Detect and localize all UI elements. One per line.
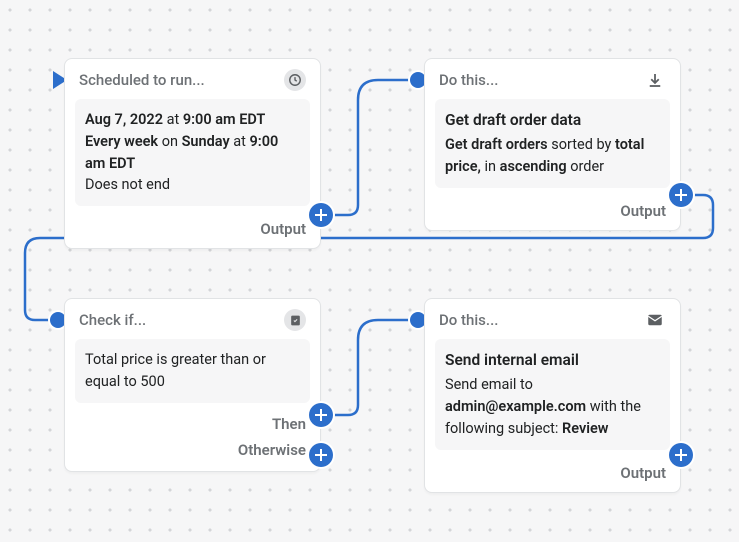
- node-get-draft-order[interactable]: Do this... Get draft order data Get draf…: [424, 58, 681, 231]
- email-icon: [644, 309, 666, 331]
- then-label: Then: [272, 415, 306, 433]
- node-body: Total price is greater than or equal to …: [75, 339, 310, 403]
- add-step-button[interactable]: [669, 443, 693, 467]
- download-icon: [644, 69, 666, 91]
- node-header-label: Do this...: [439, 311, 498, 329]
- node-header-label: Scheduled to run...: [79, 71, 205, 89]
- output-label: Output: [620, 202, 666, 220]
- edge-trigger-to-action1: [333, 80, 413, 215]
- output-label: Output: [260, 220, 306, 238]
- node-body: Get draft order data Get draft orders so…: [435, 99, 670, 188]
- add-step-button[interactable]: [669, 183, 693, 207]
- otherwise-label: Otherwise: [238, 441, 306, 459]
- output-label: Output: [620, 464, 666, 482]
- workflow-canvas[interactable]: { "nodes": { "trigger": { "header": "Sch…: [0, 0, 739, 542]
- node-header-label: Check if...: [79, 311, 146, 329]
- node-body: Aug 7, 2022 at 9:00 am EDT Every week on…: [75, 99, 310, 206]
- add-step-then-button[interactable]: [309, 403, 333, 427]
- edge-cond-then-to-action2: [333, 320, 413, 415]
- node-send-email[interactable]: Do this... Send internal email Send emai…: [424, 298, 681, 493]
- node-condition[interactable]: Check if... Total price is greater than …: [64, 298, 321, 472]
- checklist-icon: [284, 309, 306, 331]
- node-trigger[interactable]: Scheduled to run... Aug 7, 2022 at 9:00 …: [64, 58, 321, 249]
- node-body: Send internal email Send email to admin@…: [435, 339, 670, 450]
- add-step-otherwise-button[interactable]: [309, 443, 333, 467]
- node-header-label: Do this...: [439, 71, 498, 89]
- add-step-button[interactable]: [309, 203, 333, 227]
- clock-icon: [284, 69, 306, 91]
